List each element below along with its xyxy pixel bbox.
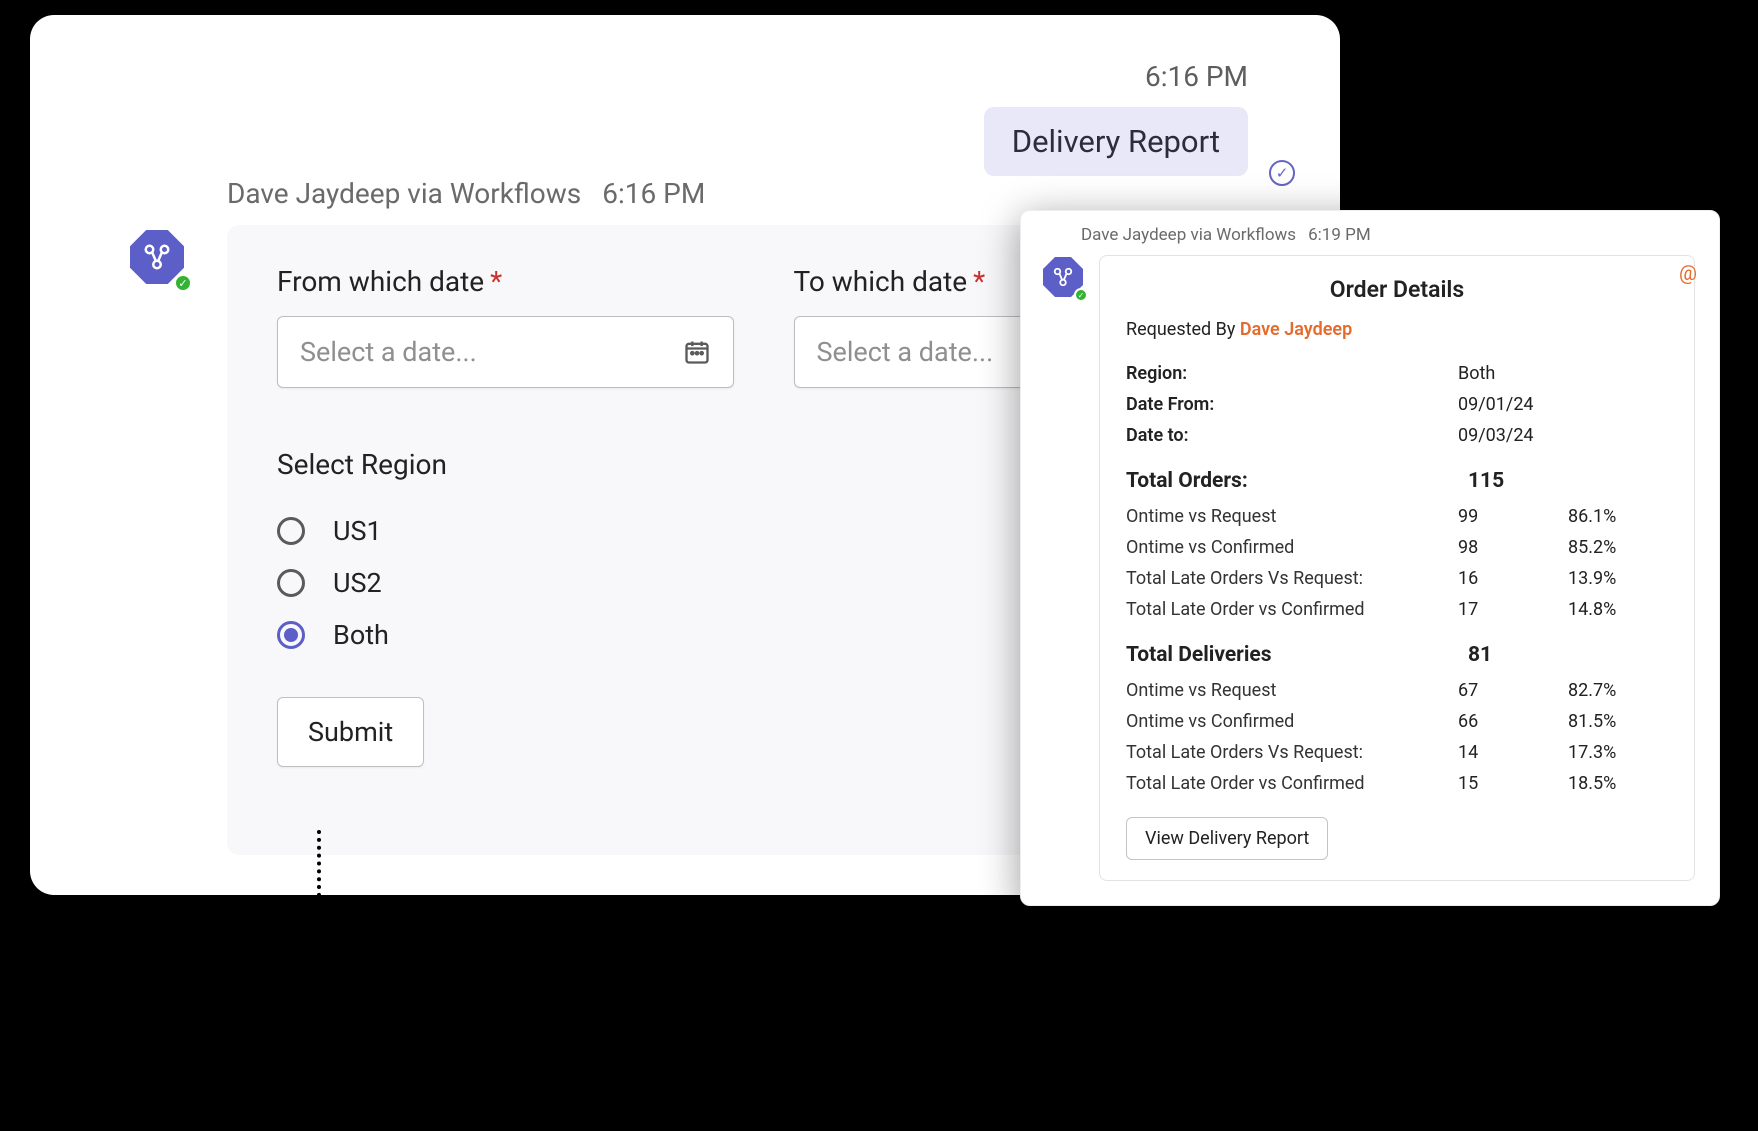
connector-dotted-line: [317, 830, 321, 960]
meta-row: Date to:09/03/24: [1126, 420, 1668, 451]
requested-by-name: Dave Jaydeep: [1240, 319, 1352, 340]
metric-row: Total Late Orders Vs Request: 14 17.3%: [1126, 737, 1668, 768]
card-title: Order Details: [1126, 276, 1668, 303]
metric-row: Ontime vs Confirmed 66 81.5%: [1126, 706, 1668, 737]
submit-button[interactable]: Submit: [277, 697, 424, 767]
read-receipt-icon: [1269, 160, 1295, 186]
from-date-input[interactable]: Select a date...: [277, 316, 734, 388]
from-date-label: From which date*: [277, 265, 734, 298]
metric-row: Total Late Order vs Confirmed 15 18.5%: [1126, 768, 1668, 799]
calendar-icon: [683, 338, 711, 366]
meta-row: Region:Both: [1126, 358, 1668, 389]
presence-available-icon: [1074, 288, 1088, 302]
region-option-label: US1: [333, 515, 382, 547]
sender-name: Dave Jaydeep via Workflows: [1081, 225, 1296, 245]
radio-selected-icon: [277, 621, 305, 649]
sender-time: 6:16 PM: [602, 177, 705, 210]
presence-available-icon: [174, 274, 192, 292]
metric-row: Total Late Order vs Confirmed 17 14.8%: [1126, 594, 1668, 625]
section-total-orders: Total Orders: 115: [1126, 469, 1668, 493]
section-total-deliveries: Total Deliveries 81: [1126, 643, 1668, 667]
sender-name: Dave Jaydeep via Workflows: [227, 177, 581, 210]
mention-icon: @: [1679, 261, 1697, 285]
order-details-card: Order Details Requested By Dave Jaydeep …: [1099, 255, 1695, 881]
chat-card-details: Dave Jaydeep via Workflows 6:19 PM @ Ord…: [1020, 210, 1720, 906]
sender-line: Dave Jaydeep via Workflows 6:19 PM: [1081, 211, 1719, 245]
workflows-avatar: [130, 230, 188, 288]
from-date-placeholder: Select a date...: [300, 336, 477, 368]
radio-icon: [277, 569, 305, 597]
user-message-pill: Delivery Report: [984, 107, 1248, 176]
metric-row: Ontime vs Request 99 86.1%: [1126, 501, 1668, 532]
metric-row: Ontime vs Confirmed 98 85.2%: [1126, 532, 1668, 563]
workflows-avatar: [1043, 257, 1085, 299]
metric-row: Total Late Orders Vs Request: 16 13.9%: [1126, 563, 1668, 594]
requested-by: Requested By Dave Jaydeep: [1126, 319, 1668, 340]
meta-row: Date From:09/01/24: [1126, 389, 1668, 420]
sender-time: 6:19 PM: [1308, 225, 1371, 245]
region-option-label: Both: [333, 619, 389, 651]
view-delivery-report-button[interactable]: View Delivery Report: [1126, 817, 1328, 860]
sender-line: Dave Jaydeep via Workflows 6:16 PM: [227, 177, 705, 210]
timestamp-top: 6:16 PM: [1145, 60, 1248, 93]
radio-icon: [277, 517, 305, 545]
metric-row: Ontime vs Request 67 82.7%: [1126, 675, 1668, 706]
to-date-placeholder: Select a date...: [817, 336, 994, 368]
region-option-label: US2: [333, 567, 382, 599]
